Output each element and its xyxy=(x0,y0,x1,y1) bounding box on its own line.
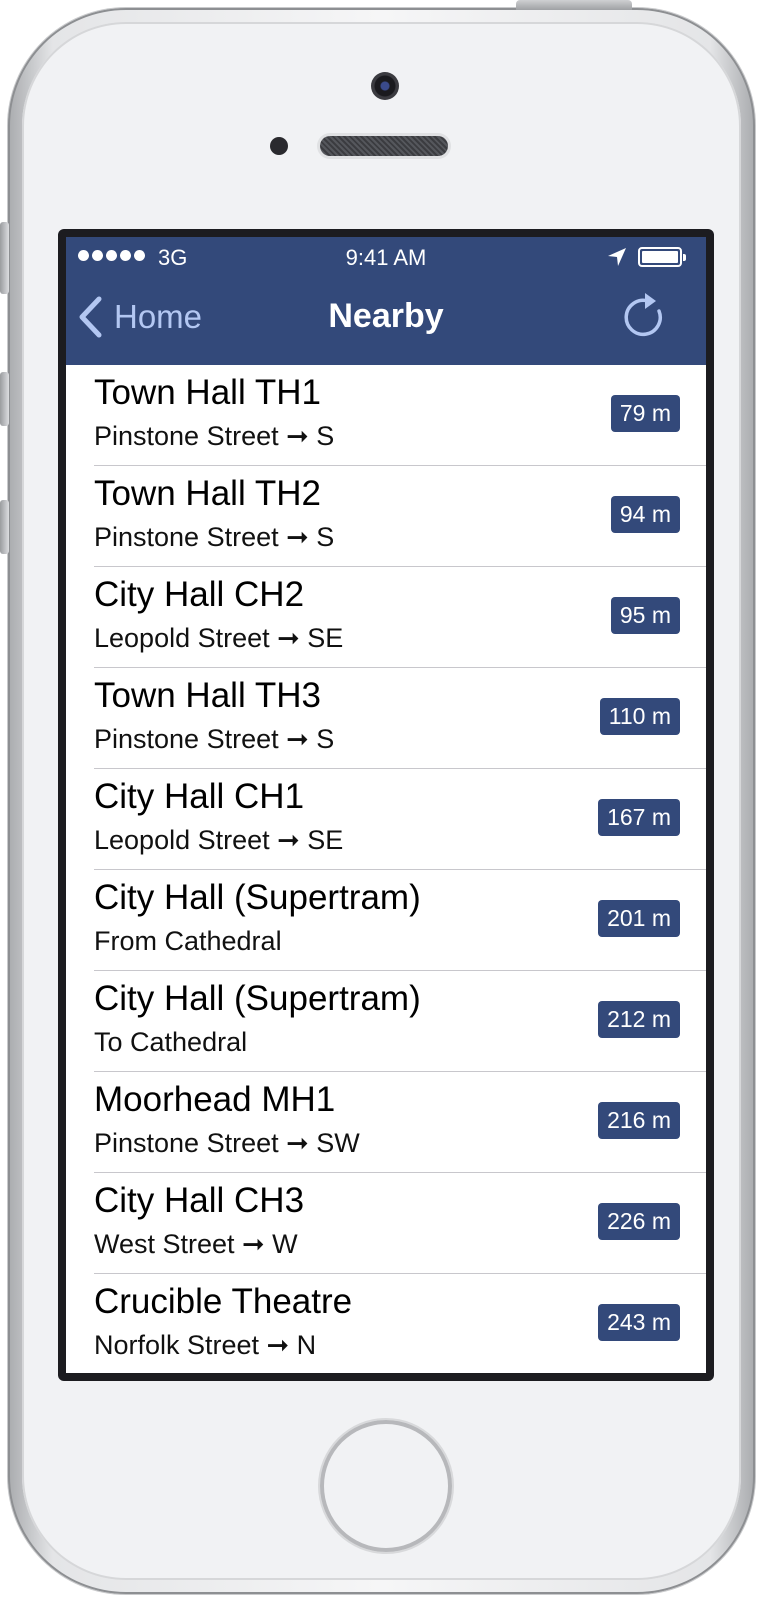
earpiece-speaker xyxy=(320,136,448,156)
stop-name: Moorhead MH1 xyxy=(94,1080,336,1119)
home-button[interactable] xyxy=(320,1420,452,1552)
stop-name: City Hall (Supertram) xyxy=(94,979,421,1018)
distance-badge: 79 m xyxy=(610,395,680,432)
stop-row[interactable]: Town Hall TH1 Pinstone Street ➞ S 79 m xyxy=(66,365,706,466)
stop-name: Town Hall TH2 xyxy=(94,474,321,513)
power-button xyxy=(516,0,632,10)
volume-up-button xyxy=(0,372,9,426)
stop-detail: Pinstone Street ➞ S xyxy=(94,421,335,451)
stop-detail: Leopold Street ➞ SE xyxy=(94,825,344,855)
stop-list: Town Hall TH1 Pinstone Street ➞ S 79 m T… xyxy=(66,365,706,1373)
front-camera xyxy=(371,72,399,100)
stop-row[interactable]: Moorhead MH1 Pinstone Street ➞ SW 216 m xyxy=(66,1072,706,1173)
stop-name: Crucible Theatre xyxy=(94,1282,353,1321)
stop-row[interactable]: City Hall CH1 Leopold Street ➞ SE 167 m xyxy=(66,769,706,870)
stop-row[interactable]: Town Hall TH3 Pinstone Street ➞ S 110 m xyxy=(66,668,706,769)
stop-name: City Hall CH3 xyxy=(94,1181,305,1220)
distance-badge: 243 m xyxy=(598,1304,680,1341)
top-bar: 3G 9:41 AM Home Nearby xyxy=(66,237,706,365)
battery-icon xyxy=(638,247,686,267)
stop-detail: Leopold Street ➞ SE xyxy=(94,623,344,653)
page-title: Nearby xyxy=(328,297,444,335)
stop-detail: To Cathedral xyxy=(94,1027,248,1057)
distance-badge: 226 m xyxy=(598,1203,680,1240)
stop-detail: Pinstone Street ➞ S xyxy=(94,522,335,552)
proximity-sensor xyxy=(270,137,288,155)
stop-detail: From Cathedral xyxy=(94,926,282,956)
stop-detail: Pinstone Street ➞ SW xyxy=(94,1128,360,1158)
stop-detail: Pinstone Street ➞ S xyxy=(94,724,335,754)
distance-badge: 94 m xyxy=(610,496,680,533)
distance-badge: 110 m xyxy=(599,698,680,735)
stop-name: Town Hall TH1 xyxy=(94,373,321,412)
stop-row[interactable]: Town Hall TH2 Pinstone Street ➞ S 94 m xyxy=(66,466,706,567)
distance-badge: 95 m xyxy=(610,597,680,634)
stop-name: City Hall (Supertram) xyxy=(94,878,421,917)
stop-row[interactable]: City Hall (Supertram) To Cathedral 212 m xyxy=(66,971,706,1072)
stop-name: City Hall CH1 xyxy=(94,777,305,816)
stop-row[interactable]: City Hall CH3 West Street ➞ W 226 m xyxy=(66,1173,706,1274)
refresh-icon[interactable] xyxy=(618,291,670,343)
volume-down-button xyxy=(0,500,9,554)
navigation-bar: Home Nearby xyxy=(66,277,706,365)
location-arrow-icon xyxy=(608,248,626,266)
stop-detail: West Street ➞ W xyxy=(94,1229,298,1259)
status-bar: 3G 9:41 AM xyxy=(66,237,706,277)
stop-name: City Hall CH2 xyxy=(94,575,305,614)
distance-badge: 167 m xyxy=(598,799,680,836)
stop-row[interactable]: City Hall CH2 Leopold Street ➞ SE 95 m xyxy=(66,567,706,668)
mute-switch xyxy=(0,222,9,294)
distance-badge: 201 m xyxy=(598,900,680,937)
stop-detail: Norfolk Street ➞ N xyxy=(94,1330,317,1360)
stop-name: Town Hall TH3 xyxy=(94,676,321,715)
stop-row[interactable]: Crucible Theatre Norfolk Street ➞ N 243 … xyxy=(66,1274,706,1373)
distance-badge: 212 m xyxy=(598,1001,680,1038)
screen: 3G 9:41 AM Home Nearby Town Hall TH1 Pin… xyxy=(66,237,706,1373)
distance-badge: 216 m xyxy=(598,1102,680,1139)
stop-row[interactable]: City Hall (Supertram) From Cathedral 201… xyxy=(66,870,706,971)
